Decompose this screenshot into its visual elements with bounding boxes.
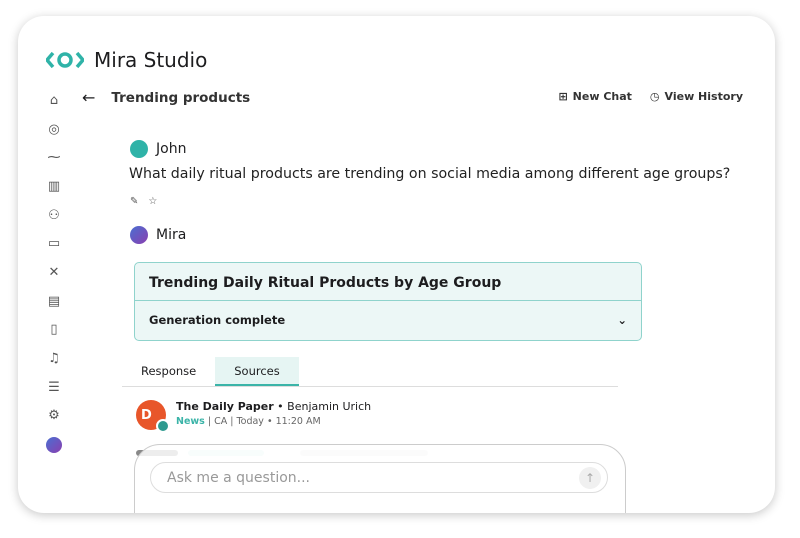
assistant-name: Mira [156, 227, 187, 243]
document-icon[interactable]: ▯ [42, 316, 66, 345]
tab-sources[interactable]: Sources [215, 357, 299, 386]
result-card[interactable]: Trending Daily Ritual Products by Age Gr… [134, 262, 642, 341]
source-meta: | CA | Today • 11:20 AM [207, 416, 321, 427]
source-item[interactable]: D The Daily Paper • Benjamin Urich News … [136, 400, 372, 433]
bar-chart-icon[interactable]: ▥ [42, 172, 66, 201]
news-badge-icon [156, 419, 170, 433]
users-icon[interactable]: ⚇ [42, 201, 66, 230]
new-chat-icon: ⊞ [558, 90, 568, 103]
chat-icon[interactable]: ▭ [42, 229, 66, 258]
new-chat-label: New Chat [572, 90, 632, 103]
source-avatar-letter: D [141, 407, 152, 423]
home-icon[interactable]: ⌂ [42, 86, 66, 115]
new-chat-button[interactable]: ⊞ New Chat [558, 90, 631, 103]
compass-icon[interactable]: ◎ [42, 115, 66, 144]
bell-icon[interactable]: ♫ [42, 344, 66, 373]
view-history-button[interactable]: ◷ View History [650, 90, 743, 103]
source-category: News [176, 416, 205, 427]
activity-icon[interactable]: ⁓ [42, 143, 66, 172]
source-avatar: D [136, 400, 170, 433]
send-arrow-up-icon[interactable]: ↑ [579, 466, 601, 489]
edit-icon[interactable]: ✎ [130, 196, 138, 207]
source-author: Benjamin Urich [287, 400, 372, 413]
user-question: What daily ritual products are trending … [129, 166, 731, 182]
message-tools: ✎ ☆ [130, 196, 157, 207]
logo: Mira Studio [46, 48, 207, 72]
header-actions: ⊞ New Chat ◷ View History [558, 90, 743, 103]
source-publication: The Daily Paper [176, 400, 274, 413]
mira-avatar-icon [130, 226, 148, 244]
app-title: Mira Studio [94, 48, 208, 72]
sidebar: ⌂ ◎ ⁓ ▥ ⚇ ▭ ✕ ▤ ▯ ♫ ☰ ⚙ [42, 86, 66, 459]
assistant-message-header: Mira [130, 226, 186, 244]
network-icon[interactable]: ✕ [42, 258, 66, 287]
chevron-down-icon[interactable]: ⌄ [617, 313, 627, 327]
app-window: Mira Studio ⌂ ◎ ⁓ ▥ ⚇ ▭ ✕ ▤ ▯ ♫ ☰ ⚙ ← Tr… [18, 16, 775, 513]
mira-logo-icon [46, 51, 84, 69]
star-icon[interactable]: ☆ [148, 196, 157, 207]
clock-icon: ◷ [649, 90, 660, 103]
result-card-title: Trending Daily Ritual Products by Age Gr… [135, 263, 641, 301]
question-input[interactable]: Ask me a question... ↑ [150, 462, 608, 493]
view-history-label: View History [664, 90, 743, 103]
report-icon[interactable]: ▤ [42, 287, 66, 316]
back-button[interactable]: ← [82, 88, 95, 107]
user-message-header: John [130, 140, 186, 158]
generation-status: Generation complete [149, 313, 286, 327]
sliders-icon[interactable]: ☰ [42, 373, 66, 402]
page-header: ← Trending products [82, 88, 250, 107]
tab-response[interactable]: Response [122, 357, 215, 386]
user-avatar-icon [130, 140, 148, 158]
response-tabs: Response Sources [122, 357, 618, 387]
question-input-placeholder: Ask me a question... [167, 469, 310, 486]
mira-icon[interactable] [42, 430, 66, 459]
user-name: John [156, 141, 187, 157]
page-title: Trending products [111, 89, 251, 106]
settings-icon[interactable]: ⚙ [42, 402, 66, 431]
